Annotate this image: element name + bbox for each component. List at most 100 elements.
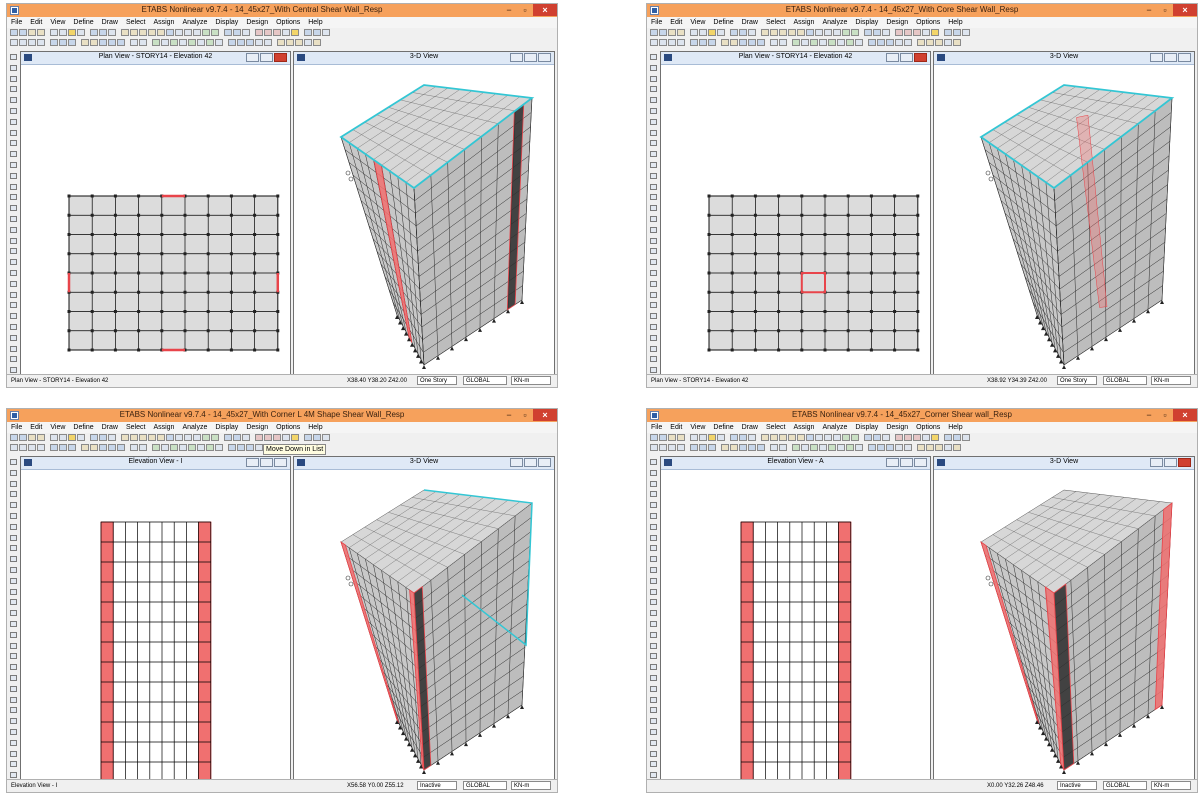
- toolbar-button[interactable]: [895, 434, 903, 441]
- maximize-button[interactable]: ▫: [1157, 4, 1173, 16]
- toolbar-button[interactable]: [282, 29, 290, 36]
- column-node[interactable]: [67, 233, 71, 236]
- column-node[interactable]: [113, 348, 117, 352]
- toolbar-button[interactable]: [246, 39, 254, 46]
- toolbar-button[interactable]: [690, 444, 698, 451]
- units-dropdown[interactable]: KN-m: [511, 376, 551, 385]
- toolbar-button[interactable]: [255, 29, 263, 36]
- column-node[interactable]: [916, 213, 920, 217]
- toolbar-button[interactable]: [322, 29, 330, 36]
- column-node[interactable]: [113, 271, 117, 275]
- toolbar-button[interactable]: [815, 434, 823, 441]
- toolbar-button[interactable]: [944, 434, 952, 441]
- toolbar-button[interactable]: [108, 444, 116, 451]
- toolbar-button[interactable]: [730, 444, 738, 451]
- menu-define[interactable]: Define: [713, 19, 733, 26]
- column-node[interactable]: [869, 233, 873, 236]
- toolbar-button[interactable]: [304, 434, 312, 441]
- draw-tool-button[interactable]: [650, 97, 657, 104]
- toolbar-button[interactable]: [650, 39, 658, 46]
- draw-tool-button[interactable]: [650, 459, 657, 465]
- menu-select[interactable]: Select: [766, 424, 785, 431]
- draw-tool-button[interactable]: [650, 237, 657, 244]
- toolbar-button[interactable]: [166, 29, 174, 36]
- etabs-app-icon[interactable]: [650, 6, 659, 15]
- draw-tool-button[interactable]: [650, 302, 657, 309]
- toolbar-button[interactable]: [851, 434, 859, 441]
- toolbar-button[interactable]: [922, 29, 930, 36]
- draw-tool-button[interactable]: [650, 729, 657, 735]
- toolbar-button[interactable]: [28, 444, 36, 451]
- column-node[interactable]: [823, 329, 827, 333]
- toolbar-button[interactable]: [699, 444, 707, 451]
- pane-minimize-button[interactable]: [510, 458, 523, 467]
- draw-tool-button[interactable]: [650, 64, 657, 71]
- column-node[interactable]: [893, 233, 897, 236]
- toolbar-button[interactable]: [721, 39, 729, 46]
- draw-tool-button[interactable]: [650, 259, 657, 266]
- toolbar-button[interactable]: [717, 29, 725, 36]
- column-node[interactable]: [800, 252, 804, 256]
- column-node[interactable]: [893, 213, 897, 217]
- column-node[interactable]: [183, 310, 187, 313]
- column-node[interactable]: [777, 310, 781, 313]
- column-node[interactable]: [869, 194, 873, 198]
- toolbar-button[interactable]: [68, 29, 76, 36]
- toolbar-button[interactable]: [117, 39, 125, 46]
- column-node[interactable]: [916, 194, 920, 198]
- column-node[interactable]: [823, 213, 827, 217]
- draw-tool-button[interactable]: [650, 108, 657, 114]
- draw-tool-button[interactable]: [10, 523, 17, 530]
- menu-define[interactable]: Define: [713, 424, 733, 431]
- toolbar-button[interactable]: [730, 39, 738, 46]
- toolbar-button[interactable]: [855, 39, 863, 46]
- toolbar-button[interactable]: [868, 444, 876, 451]
- menu-analyze[interactable]: Analyze: [182, 19, 207, 26]
- column-node[interactable]: [893, 310, 897, 313]
- toolbar-button[interactable]: [904, 39, 912, 46]
- toolbar-button[interactable]: [193, 29, 201, 36]
- toolbar-button[interactable]: [59, 29, 67, 36]
- toolbar-button[interactable]: [690, 29, 698, 36]
- column-node[interactable]: [800, 310, 804, 313]
- toolbar-button[interactable]: [895, 444, 903, 451]
- draw-tool-button[interactable]: [650, 183, 657, 190]
- toolbar-button[interactable]: [828, 39, 836, 46]
- etabs-app-icon[interactable]: [650, 411, 659, 420]
- toolbar-button[interactable]: [224, 434, 232, 441]
- toolbar-button[interactable]: [953, 29, 961, 36]
- right-view-pane[interactable]: 3-D View: [293, 456, 555, 780]
- column-node[interactable]: [777, 194, 781, 198]
- menu-edit[interactable]: Edit: [670, 19, 682, 26]
- column-node[interactable]: [276, 310, 280, 313]
- column-node[interactable]: [800, 329, 804, 333]
- toolbar-button[interactable]: [770, 434, 778, 441]
- toolbar-button[interactable]: [904, 434, 912, 441]
- draw-tool-button[interactable]: [10, 577, 17, 584]
- column-node[interactable]: [160, 252, 164, 256]
- draw-tool-button[interactable]: [650, 151, 657, 158]
- menu-edit[interactable]: Edit: [30, 424, 42, 431]
- draw-tool-button[interactable]: [650, 480, 657, 487]
- menu-design[interactable]: Design: [886, 19, 908, 26]
- draw-tool-button[interactable]: [650, 621, 657, 627]
- column-node[interactable]: [253, 252, 257, 256]
- toolbar-button[interactable]: [904, 29, 912, 36]
- draw-tool-button[interactable]: [10, 469, 17, 476]
- draw-tool-button[interactable]: [10, 513, 17, 519]
- toolbar-button[interactable]: [193, 434, 201, 441]
- column-node[interactable]: [707, 194, 711, 198]
- column-node[interactable]: [253, 310, 257, 313]
- maximize-button[interactable]: ▫: [517, 4, 533, 16]
- menu-define[interactable]: Define: [73, 19, 93, 26]
- close-button[interactable]: ×: [533, 409, 557, 421]
- toolbar-button[interactable]: [779, 29, 787, 36]
- menu-help[interactable]: Help: [308, 424, 322, 431]
- toolbar-button[interactable]: [313, 434, 321, 441]
- toolbar-button[interactable]: [842, 29, 850, 36]
- toolbar-button[interactable]: [273, 434, 281, 441]
- toolbar-button[interactable]: [748, 39, 756, 46]
- column-node[interactable]: [800, 194, 804, 198]
- menu-display[interactable]: Display: [215, 424, 238, 431]
- column-node[interactable]: [800, 213, 804, 217]
